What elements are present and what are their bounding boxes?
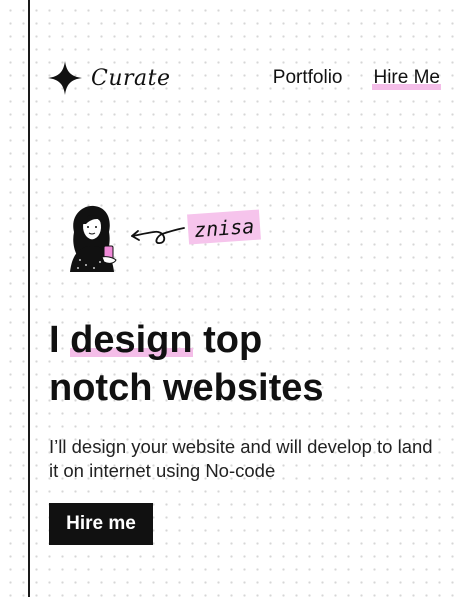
name-tag: znisa (187, 209, 262, 245)
main-nav: Portfolio Hire Me (273, 66, 441, 90)
brand-name: Curate (91, 65, 171, 91)
headline-line1-suffix: top (192, 319, 263, 361)
site-header: Curate Portfolio Hire Me (47, 58, 447, 98)
headline-highlight: design (70, 319, 193, 361)
hero-headline: I design top notch websites (49, 316, 449, 412)
hire-me-button[interactable]: Hire me (49, 503, 153, 545)
brand-logo[interactable]: Curate (47, 58, 171, 98)
curly-arrow-icon (131, 227, 185, 244)
nav-link-portfolio[interactable]: Portfolio (273, 66, 343, 90)
headline-prefix: I (49, 319, 71, 361)
hero-intro: znisa (64, 202, 264, 274)
hero-description: I’ll design your website and will develo… (49, 436, 433, 481)
nav-link-hire-me[interactable]: Hire Me (372, 66, 441, 90)
headline-line2: notch websites (49, 367, 324, 409)
avatar (70, 205, 117, 272)
sparkle-icon (48, 61, 82, 95)
page-left-border (28, 0, 30, 597)
